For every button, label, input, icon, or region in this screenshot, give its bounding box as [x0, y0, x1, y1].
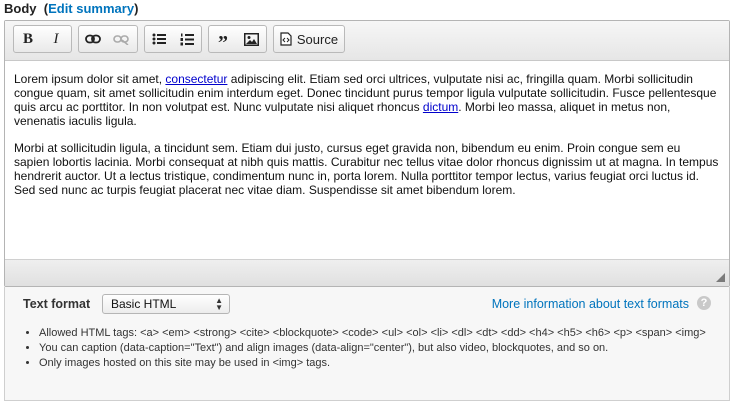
- unlink-button[interactable]: [107, 26, 135, 52]
- rich-text-editor: B I ” Source Lorem ipsum dolor sit amet,…: [4, 20, 730, 287]
- toolbar-group-source: Source: [273, 25, 345, 53]
- toolbar-group-block: ”: [208, 25, 267, 54]
- text-format-select[interactable]: Basic HTML ▲ ▼: [102, 294, 230, 314]
- text-format-wrapper: Text format Basic HTML ▲ ▼ More informati…: [4, 287, 730, 401]
- source-button-label: Source: [296, 31, 339, 47]
- blockquote-icon: ”: [218, 31, 228, 54]
- editor-toolbar: B I ” Source: [5, 21, 729, 61]
- text-format-selected: Basic HTML: [111, 297, 177, 311]
- help-icon[interactable]: ?: [697, 296, 711, 310]
- format-tip: You can caption (data-caption="Text") an…: [39, 341, 719, 355]
- paragraph-2: Morbi at sollicitudin ligula, a tincidun…: [14, 141, 719, 197]
- edit-summary-link[interactable]: Edit summary: [48, 1, 134, 16]
- format-tips-list: Allowed HTML tags: <a> <em> <strong> <ci…: [25, 326, 719, 371]
- editor-content-area[interactable]: Lorem ipsum dolor sit amet, consectetur …: [5, 61, 729, 248]
- format-tip: Only images hosted on this site may be u…: [39, 356, 719, 370]
- select-arrows-icon: ▲ ▼: [215, 296, 223, 312]
- text-format-label: Text format: [23, 297, 91, 311]
- bulleted-list-button[interactable]: [145, 26, 173, 52]
- more-info-text-formats-link[interactable]: More information about text formats: [492, 297, 689, 311]
- numbered-list-icon: [180, 33, 194, 45]
- paragraph-1: Lorem ipsum dolor sit amet, consectetur …: [14, 72, 717, 128]
- toolbar-group-lists: [144, 25, 202, 53]
- bulleted-list-icon: [152, 33, 166, 45]
- editor-resize-bar[interactable]: [5, 259, 729, 286]
- format-tip: Allowed HTML tags: <a> <em> <strong> <ci…: [39, 326, 719, 340]
- unlink-icon: [113, 35, 129, 45]
- toolbar-group-links: [78, 25, 138, 53]
- image-button[interactable]: [237, 26, 265, 52]
- body-field-label: Body (Edit summary): [4, 1, 139, 16]
- dictum-link[interactable]: dictum: [423, 100, 458, 114]
- image-icon: [243, 32, 259, 46]
- field-label-text: Body: [4, 1, 37, 16]
- toolbar-group-basic-styles: B I: [13, 25, 72, 53]
- consectetur-link[interactable]: consectetur: [165, 72, 227, 86]
- italic-button[interactable]: I: [42, 26, 70, 52]
- bold-button[interactable]: B: [14, 26, 42, 52]
- resize-grip-icon[interactable]: [716, 273, 725, 282]
- link-icon: [85, 34, 101, 44]
- link-button[interactable]: [79, 26, 107, 52]
- blockquote-button[interactable]: ”: [209, 26, 237, 54]
- numbered-list-button[interactable]: [173, 26, 201, 52]
- source-code-icon: [280, 32, 292, 46]
- source-button[interactable]: Source: [274, 26, 344, 52]
